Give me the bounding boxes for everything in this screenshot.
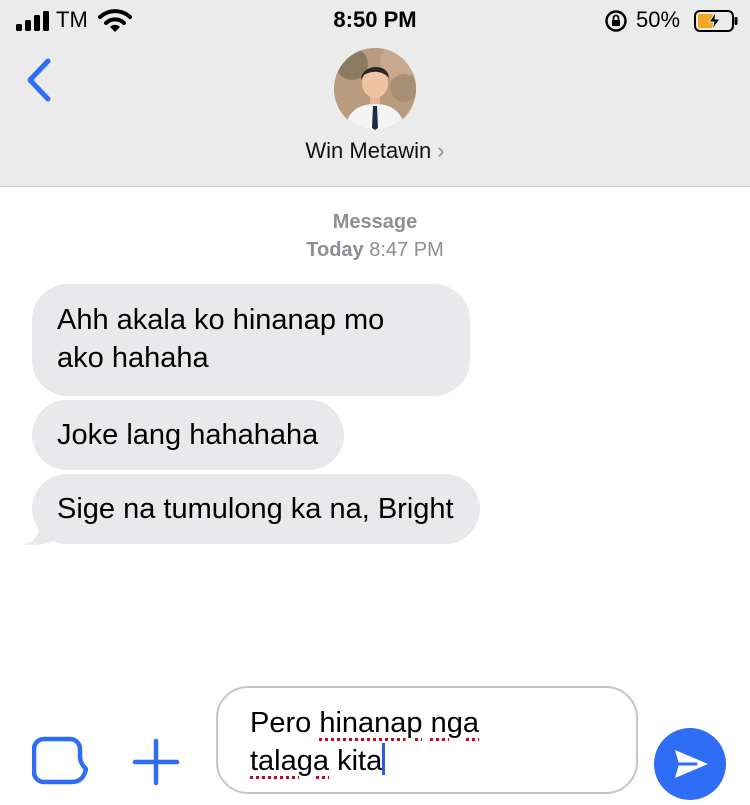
rotation-lock-icon <box>605 10 627 32</box>
timestamp-time: 8:47 PM <box>369 239 444 261</box>
message-line: Ahh akala ko hinanap mo <box>57 304 385 336</box>
message-bubble[interactable]: Sige na tumulong ka na, Bright <box>32 474 480 544</box>
back-chevron-icon[interactable] <box>22 55 56 105</box>
plus-icon[interactable] <box>132 738 180 786</box>
message-line: Joke lang hahahaha <box>57 419 319 451</box>
input-word: Pero <box>250 707 312 739</box>
thread-service-label: Message <box>332 211 418 233</box>
avatar-photo <box>334 48 416 130</box>
text-cursor <box>382 743 386 775</box>
chevron-right-icon: › <box>437 138 445 163</box>
battery-percentage: 50% <box>636 7 681 32</box>
timestamp-day: Today <box>306 239 364 261</box>
input-line: talaga kita <box>250 742 616 780</box>
input-word-misspelled: hinanap <box>319 707 423 739</box>
thread-timestamp: Today 8:47 PM <box>0 239 750 262</box>
message-input[interactable]: Pero hinanap nga talaga kita <box>216 686 638 794</box>
input-line: Pero hinanap nga <box>250 704 616 742</box>
input-word-misspelled: talaga <box>250 745 330 777</box>
send-button[interactable] <box>654 728 726 800</box>
contact-avatar[interactable] <box>334 48 416 130</box>
message-bubble[interactable]: Ahh akala ko hinanap mo ako hahaha <box>32 284 470 396</box>
message-bubble[interactable]: Joke lang hahahaha <box>32 400 345 470</box>
message-line: ako hahaha <box>57 342 209 374</box>
conversation-header: TM 8:50 PM 50% Win Metawin › <box>0 0 750 187</box>
battery-charging-icon <box>694 10 738 32</box>
send-arrow-icon <box>675 750 708 778</box>
message-line: Sige na tumulong ka na, Bright <box>57 493 454 525</box>
status-bar: TM 8:50 PM 50% <box>0 0 750 42</box>
input-word: kita <box>337 745 383 777</box>
contact-name: Win Metawin <box>305 138 432 163</box>
input-word-misspelled: nga <box>430 707 479 739</box>
contact-name-row[interactable]: Win Metawin › <box>0 138 750 164</box>
camera-icon[interactable] <box>32 735 88 787</box>
